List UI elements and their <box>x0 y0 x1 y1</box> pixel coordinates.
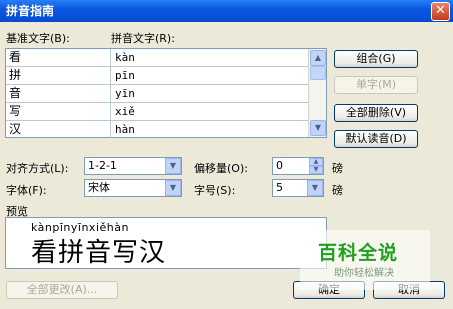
alignment-select[interactable]: 1-2-1 ▼ <box>84 157 182 175</box>
spin-up-icon[interactable]: ▲ <box>309 158 323 166</box>
ruby-cell[interactable]: pīn <box>112 67 308 84</box>
preview-box: kànpīnyīnxiěhàn 看拼音写汉 <box>5 217 327 269</box>
clear-all-button[interactable]: 全部删除(V) <box>334 104 418 122</box>
offset-value: 0 <box>276 159 283 172</box>
size-label: 字号(S): <box>194 184 236 197</box>
table-row: 音 yīn <box>6 85 308 103</box>
base-text-label: 基准文字(B): <box>6 32 70 45</box>
base-cell[interactable]: 写 <box>6 103 111 120</box>
scroll-down-icon[interactable]: ▼ <box>310 120 326 136</box>
ruby-text-label: 拼音文字(R): <box>111 32 175 45</box>
chevron-down-icon[interactable]: ▼ <box>165 180 181 196</box>
font-value: 宋体 <box>88 181 110 194</box>
ruby-cell[interactable]: hàn <box>112 121 308 138</box>
offset-label: 偏移量(O): <box>194 162 248 175</box>
base-cell[interactable]: 音 <box>6 85 111 102</box>
table-row: 汉 hàn <box>6 121 308 139</box>
scroll-up-icon[interactable]: ▲ <box>310 50 326 66</box>
base-cell[interactable]: 拼 <box>6 67 111 84</box>
table-row: 拼 pīn <box>6 67 308 85</box>
chevron-down-icon[interactable]: ▼ <box>165 158 181 174</box>
table-row: 写 xiě <box>6 103 308 121</box>
spin-down-icon[interactable]: ▼ <box>309 166 323 174</box>
chevron-down-icon[interactable]: ▼ <box>307 180 323 196</box>
font-label: 字体(F): <box>6 184 47 197</box>
ruby-cell[interactable]: kàn <box>112 49 308 66</box>
font-select[interactable]: 宋体 ▼ <box>84 179 182 197</box>
size-unit: 磅 <box>332 184 343 197</box>
grid-scrollbar[interactable]: ▲ ▼ <box>308 49 326 137</box>
mono-button[interactable]: 单字(M) <box>334 76 418 94</box>
size-select[interactable]: 5 ▼ <box>272 179 324 197</box>
group-button[interactable]: 组合(G) <box>334 50 418 68</box>
watermark: 百科全说 助你轻松解决 <box>300 230 430 290</box>
size-value: 5 <box>276 181 283 194</box>
preview-hanzi: 看拼音写汉 <box>31 238 167 268</box>
watermark-subtitle: 助你轻松解决 <box>334 268 394 279</box>
watermark-title: 百科全说 <box>318 242 399 264</box>
title-bar: 拼音指南 ✕ <box>0 0 453 22</box>
table-row: 看 kàn <box>6 49 308 67</box>
close-icon[interactable]: ✕ <box>431 2 450 21</box>
pinyin-grid: 看 kàn 拼 pīn 音 yīn 写 xiě 汉 hàn ▲ ▼ <box>5 48 327 138</box>
offset-stepper[interactable]: 0 ▲ ▼ <box>272 157 324 175</box>
default-reading-button[interactable]: 默认读音(D) <box>334 130 418 148</box>
window-title: 拼音指南 <box>6 4 55 18</box>
base-cell[interactable]: 汉 <box>6 121 111 138</box>
alignment-label: 对齐方式(L): <box>6 162 69 175</box>
scroll-thumb[interactable] <box>310 66 326 80</box>
offset-unit: 磅 <box>332 162 343 175</box>
ruby-cell[interactable]: xiě <box>112 103 308 120</box>
base-cell[interactable]: 看 <box>6 49 111 66</box>
alignment-value: 1-2-1 <box>88 159 117 172</box>
ruby-cell[interactable]: yīn <box>112 85 308 102</box>
change-all-button[interactable]: 全部更改(A)... <box>6 281 118 299</box>
